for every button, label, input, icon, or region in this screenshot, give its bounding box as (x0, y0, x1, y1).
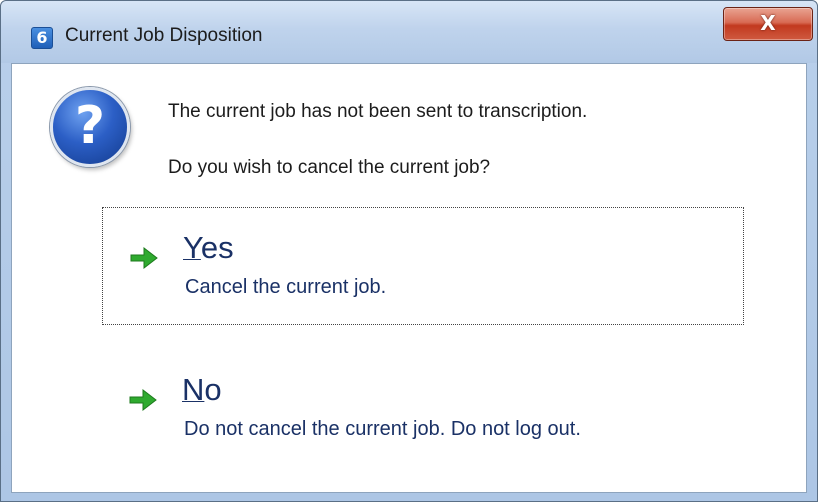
question-icon: ? (50, 87, 130, 167)
window-title: Current Job Disposition (65, 25, 263, 46)
close-button[interactable]: X (723, 7, 813, 41)
dialog-content: ? The current job has not been sent to t… (11, 63, 807, 493)
green-arrow-icon (130, 246, 158, 270)
no-label: No (182, 372, 222, 407)
yes-command-link[interactable]: Yes Cancel the current job. (102, 207, 744, 325)
no-command-link[interactable]: No Do not cancel the current job. Do not… (102, 350, 744, 468)
dialog-window: 6 Current Job Disposition X ? The curren… (0, 0, 818, 502)
yes-label: Yes (183, 230, 234, 265)
message-secondary: Do you wish to cancel the current job? (168, 157, 491, 178)
green-arrow-icon (129, 388, 157, 412)
message-primary: The current job has not been sent to tra… (168, 101, 588, 122)
app-icon[interactable]: 6 (31, 27, 53, 49)
title-bar[interactable]: 6 Current Job Disposition X (1, 1, 817, 63)
yes-description: Cancel the current job. (185, 276, 387, 298)
no-description: Do not cancel the current job. Do not lo… (184, 418, 581, 440)
